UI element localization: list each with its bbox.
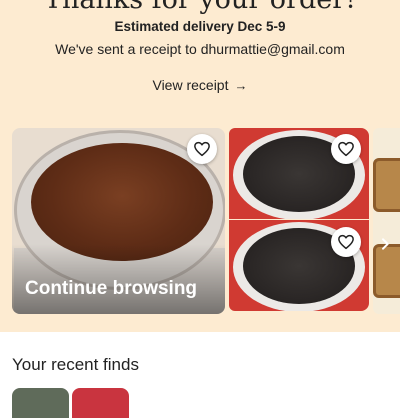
view-receipt-link[interactable]: View receipt → [0,77,400,93]
estimated-delivery: Estimated delivery Dec 5-9 [114,19,286,34]
favorite-button[interactable] [331,227,361,257]
recent-find-item[interactable] [12,388,69,418]
receipt-sent-message: We've sent a receipt to dhurmattie@gmail… [55,41,345,57]
favorite-button[interactable] [187,134,217,164]
favorite-button[interactable] [331,134,361,164]
chevron-right-icon[interactable] [375,234,395,254]
recent-find-item[interactable] [72,388,129,418]
heart-icon [194,141,210,157]
product-image [373,158,400,212]
continue-browsing-label: Continue browsing [25,278,198,299]
recent-finds-heading: Your recent finds [12,355,139,374]
view-receipt-label: View receipt [152,77,229,93]
next-product-card[interactable] [373,128,400,314]
page-title: Thanks for your order! [0,0,400,15]
arrow-right-icon: → [234,78,248,93]
order-confirmation-banner: Thanks for your order! Estimated deliver… [0,0,400,332]
heart-icon [338,141,354,157]
heart-icon [338,234,354,250]
